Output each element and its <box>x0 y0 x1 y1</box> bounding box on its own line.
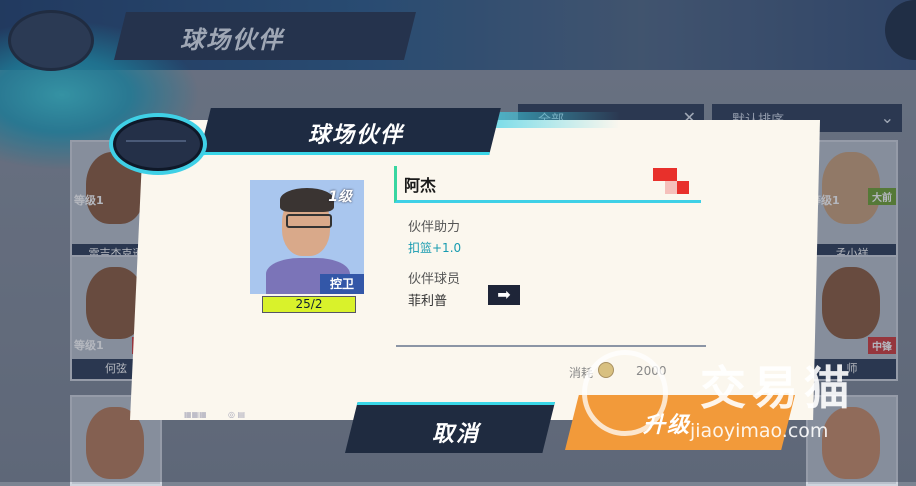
basketball-icon <box>113 117 203 171</box>
assist-label: 伙伴助力 <box>408 220 461 235</box>
publisher-logo: ▦▦▦ <box>184 410 207 419</box>
watermark-url: jiaoyimao.com <box>690 420 829 442</box>
assist-value: 扣篮+1.0 <box>408 241 462 255</box>
player-value: 菲利普 <box>408 294 448 309</box>
swap-arrow-button[interactable]: ➡ <box>488 285 520 305</box>
player-label: 伙伴球员 <box>408 272 461 287</box>
dialog-title: 球场伙伴 <box>308 123 405 148</box>
partner-name: 阿杰 <box>404 176 437 195</box>
developer-logo: ◎ ▤ <box>228 410 246 419</box>
watermark-brand: 交易猫 <box>700 361 856 415</box>
watermark-logo-icon <box>582 350 668 436</box>
glasses-icon <box>286 214 332 228</box>
cancel-button-label: 取消 <box>432 422 481 447</box>
partner-portrait: 1级 控卫 <box>250 180 364 294</box>
level-badge: 1级 <box>328 189 352 205</box>
divider <box>396 345 706 347</box>
progress-bar: 25/2 <box>262 296 356 313</box>
red-flag-icon <box>653 168 689 194</box>
partner-hair <box>280 188 334 212</box>
role-badge: 控卫 <box>320 274 364 294</box>
